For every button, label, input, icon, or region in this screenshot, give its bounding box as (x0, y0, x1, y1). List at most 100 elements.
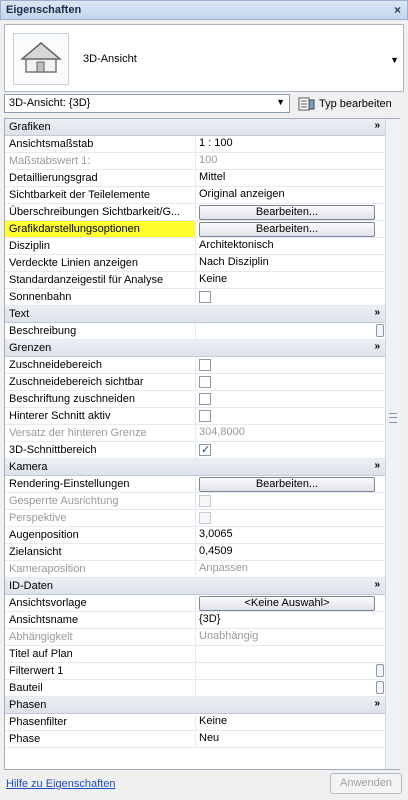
property-label: Kameraposition (5, 561, 196, 577)
section-grafiken[interactable]: Grafiken » (5, 119, 386, 136)
property-value (196, 493, 386, 509)
view-instance-select[interactable]: 3D-Ansicht: {3D} ▼ (4, 94, 290, 113)
property-value[interactable]: Keine (196, 272, 386, 288)
property-label: Beschriftung zuschneiden (5, 391, 196, 407)
property-value[interactable]: Neu (196, 731, 386, 747)
view-template-button[interactable]: <Keine Auswahl> (199, 596, 375, 611)
property-row: Rendering-Einstellungen Bearbeiten... (5, 476, 386, 493)
property-value[interactable]: 3,0065 (196, 527, 386, 543)
property-row: 3D-Schnittbereich (5, 442, 386, 459)
property-label: Phasenfilter (5, 714, 196, 730)
property-value[interactable]: Mittel (196, 170, 386, 186)
property-label: Maßstabswert 1: (5, 153, 196, 169)
property-label: Zuschneidebereich sichtbar (5, 374, 196, 390)
property-value[interactable]: Architektonisch (196, 238, 386, 254)
property-label: Sichtbarkeit der Teilelemente (5, 187, 196, 203)
text-edit-button[interactable] (376, 664, 384, 677)
locked-orientation-checkbox (199, 495, 211, 507)
property-value[interactable] (196, 323, 386, 339)
property-row: Zuschneidebereich (5, 357, 386, 374)
edit-overrides-button[interactable]: Bearbeiten... (199, 205, 375, 220)
property-row: Gesperrte Ausrichtung (5, 493, 386, 510)
collapse-icon[interactable]: » (374, 460, 380, 471)
edit-graphic-display-button[interactable]: Bearbeiten... (199, 222, 375, 237)
property-row: Ansichtsvorlage <Keine Auswahl> (5, 595, 386, 612)
property-value[interactable] (196, 646, 386, 662)
property-row: Grafikdarstellungsoptionen Bearbeiten... (5, 221, 386, 238)
collapse-icon[interactable]: » (374, 698, 380, 709)
property-row: Filterwert 1 (5, 663, 386, 680)
property-label: Grafikdarstellungsoptionen (5, 221, 196, 237)
property-label: Detaillierungsgrad (5, 170, 196, 186)
section-label: Phasen (9, 699, 47, 711)
property-label: Perspektive (5, 510, 196, 526)
section-phasen[interactable]: Phasen » (5, 697, 386, 714)
section-kamera[interactable]: Kamera » (5, 459, 386, 476)
chevron-down-icon[interactable]: ▼ (390, 55, 399, 65)
property-value (196, 391, 386, 407)
edit-type-icon (298, 97, 315, 110)
edit-rendering-button[interactable]: Bearbeiten... (199, 477, 375, 492)
property-label: Beschreibung (5, 323, 196, 339)
text-edit-button[interactable] (376, 681, 384, 694)
chevron-down-icon[interactable]: ▼ (276, 97, 285, 107)
property-value[interactable]: {3D} (196, 612, 386, 628)
property-row: Beschreibung (5, 323, 386, 340)
property-row: Phasenfilter Keine (5, 714, 386, 731)
view-type-thumbnail (13, 33, 69, 85)
vertical-scrollbar[interactable] (385, 119, 400, 769)
property-label: Gesperrte Ausrichtung (5, 493, 196, 509)
property-row: Titel auf Plan (5, 646, 386, 663)
property-row: Abhängigkeit Unabhängig (5, 629, 386, 646)
collapse-icon[interactable]: » (374, 307, 380, 318)
property-row: Beschriftung zuschneiden (5, 391, 386, 408)
property-row: Zuschneidebereich sichtbar (5, 374, 386, 391)
collapse-icon[interactable]: » (374, 341, 380, 352)
crop-region-visible-checkbox[interactable] (199, 376, 211, 388)
property-row: Perspektive (5, 510, 386, 527)
property-value[interactable] (196, 680, 386, 696)
property-label: Phase (5, 731, 196, 747)
property-value[interactable]: 1 : 100 (196, 136, 386, 152)
property-label: Verdeckte Linien anzeigen (5, 255, 196, 271)
property-value[interactable]: Original anzeigen (196, 187, 386, 203)
type-selector[interactable]: 3D-Ansicht ▼ (4, 24, 404, 92)
property-row: Disziplin Architektonisch (5, 238, 386, 255)
collapse-icon[interactable]: » (374, 579, 380, 590)
property-value[interactable] (196, 663, 386, 679)
property-row: Zielansicht 0,4509 (5, 544, 386, 561)
section-grenzen[interactable]: Grenzen » (5, 340, 386, 357)
type-name: 3D-Ansicht (83, 53, 137, 65)
section-label: Kamera (9, 461, 48, 473)
property-label: Hinterer Schnitt aktiv (5, 408, 196, 424)
property-value: Bearbeiten... (196, 221, 386, 237)
text-edit-button[interactable] (376, 324, 384, 337)
collapse-icon[interactable]: » (374, 120, 380, 131)
sun-path-checkbox[interactable] (199, 291, 211, 303)
property-value[interactable]: 0,4509 (196, 544, 386, 560)
property-value[interactable]: Keine (196, 714, 386, 730)
close-icon[interactable]: × (394, 3, 401, 17)
section-label: Text (9, 308, 30, 320)
property-label: Filterwert 1 (5, 663, 196, 679)
apply-button[interactable]: Anwenden (330, 773, 402, 794)
edit-type-label: Typ bearbeiten (319, 97, 392, 110)
property-value[interactable]: Nach Disziplin (196, 255, 386, 271)
view-instance-value: 3D-Ansicht: {3D} (9, 97, 91, 109)
help-link[interactable]: Hilfe zu Eigenschaften (6, 778, 115, 790)
edit-type-button[interactable]: Typ bearbeiten (296, 94, 406, 113)
annotation-crop-checkbox[interactable] (199, 393, 211, 405)
far-clip-active-checkbox[interactable] (199, 410, 211, 422)
property-row: Überschreibungen Sichtbarkeit/G... Bearb… (5, 204, 386, 221)
crop-view-checkbox[interactable] (199, 359, 211, 371)
section-id-daten[interactable]: ID-Daten » (5, 578, 386, 595)
property-value (196, 442, 386, 458)
section-box-checkbox[interactable] (199, 443, 211, 456)
property-label: Versatz der hinteren Grenze (5, 425, 196, 441)
section-label: ID-Daten (9, 580, 54, 592)
section-text[interactable]: Text » (5, 306, 386, 323)
property-row: Ansichtsname {3D} (5, 612, 386, 629)
property-label: Bauteil (5, 680, 196, 696)
scrollbar-grip-icon[interactable] (389, 413, 397, 423)
section-label: Grafiken (9, 121, 51, 133)
